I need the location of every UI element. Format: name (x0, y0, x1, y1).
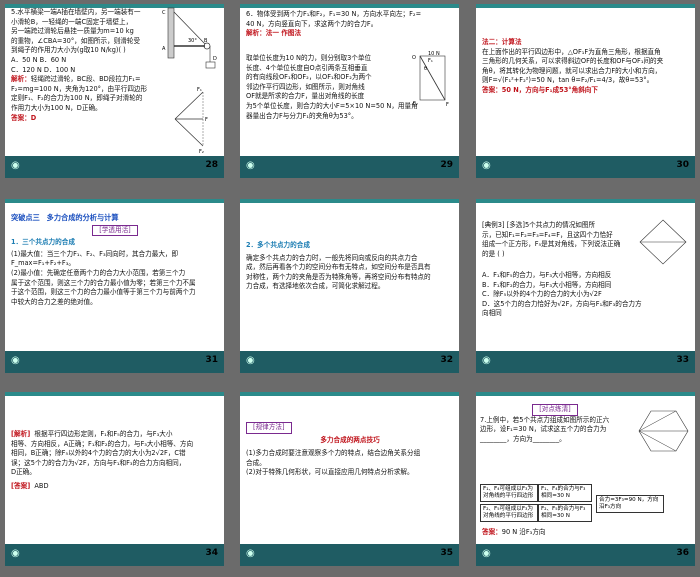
speaker-icon[interactable]: ◉ (482, 355, 491, 366)
slide-footer: ◉ 29 (240, 156, 459, 178)
speaker-icon[interactable]: ◉ (482, 160, 491, 171)
label-F1: F₁ (197, 87, 202, 93)
analysis-text: 取单位长度为10 N的力，则分别取3个单位 长度、4个单位长度自O点引两条互相垂… (246, 54, 372, 101)
slide-31[interactable]: 突破点三 多力合成的分析与计算 [学透用活] 1．三个共点力的合成 (1)最大值… (5, 199, 224, 373)
pulley-figure: C A B 30° D (162, 7, 217, 69)
slide-33[interactable]: [典例3] [多选]5个共点力的情况如图所 示，已知F₁=F₂=F₃=F₄=F，… (476, 199, 695, 373)
slide-header-bar (240, 4, 459, 8)
practice-text: [对点练清] 7.上例中，若5个共点力组成如图所示的正六 边形，设F₁=30 N… (480, 404, 610, 443)
slide-number: 32 (440, 355, 453, 365)
slide-header-bar (476, 199, 695, 203)
slide-number: 30 (676, 160, 689, 170)
slide-36[interactable]: [对点练清] 7.上例中，若5个共点力组成如图所示的正六 边形，设F₁=30 N… (476, 392, 695, 566)
section-tag: [学透用活] (92, 224, 138, 237)
slide-30[interactable]: 法二：计算法 在上面作出的平行四边形中，△OF₁F为直角三角形，根据直角 三角形… (476, 4, 695, 178)
speaker-icon[interactable]: ◉ (246, 355, 255, 366)
label-F: F (205, 117, 208, 123)
speaker-icon[interactable]: ◉ (11, 548, 20, 559)
label-angle: 30° (188, 38, 197, 44)
label-C: C (162, 10, 166, 16)
slide-number: 33 (676, 355, 689, 365)
example-text: [典例3] [多选]5个共点力的情况如图所 示，已知F₁=F₂=F₃=F₄=F，… (482, 221, 621, 258)
slide-footer: ◉ 33 (476, 351, 695, 373)
speaker-icon[interactable]: ◉ (11, 160, 20, 171)
slide-number: 34 (205, 548, 218, 558)
slide-footer: ◉ 30 (476, 156, 695, 178)
question-text: 5.水平横梁一端A插在墙壁内，另一端装有一 小滑轮B，一轻绳的一端C固定于墙壁上… (11, 8, 148, 122)
section-tag: [规律方法] (246, 422, 292, 434)
step-box-4: F₂、F₅的合力与F₃相同=30 N (538, 504, 592, 522)
slide-body: [规律方法] 多力合成的两点技巧 (1)多力合成时要注意观察多个力的特点，结合边… (246, 422, 421, 477)
slide-number: 35 (440, 548, 453, 558)
answer-line: 答案：90 N 沿F₃方向 (482, 528, 546, 536)
step-box-1: F₁、F₄可组成以F₃为对角线的平行四边形 (480, 484, 538, 502)
slide-32[interactable]: 2．多个共点力的合成 确定多个共点力的合力时，一般先将同向或反向的共点力合 成，… (240, 199, 459, 373)
slide-29[interactable]: 6．物体受到两个力F₁和F₂，F₁=30 N，方向水平向左；F₂= 40 N，方… (240, 4, 459, 178)
slide-footer: ◉ 34 (5, 544, 224, 566)
slide-header-bar (476, 392, 695, 396)
slide-35[interactable]: [规律方法] 多力合成的两点技巧 (1)多力合成时要注意观察多个力的特点，结合边… (240, 392, 459, 566)
slide-header-bar (240, 199, 459, 203)
slide-body: 2．多个共点力的合成 确定多个共点力的合力时，一般先将同向或反向的共点力合 成，… (246, 241, 431, 291)
slide-number: 29 (440, 160, 453, 170)
label-A: A (162, 46, 166, 52)
step-box-3: F₂、F₅可组成以F₃为对角线的平行四边形 (480, 504, 538, 522)
label-B: B (204, 38, 208, 44)
question-text: 6．物体受到两个力F₁和F₂，F₁=30 N，方向水平向左；F₂= 40 N，方… (246, 10, 422, 38)
vector-diagram: 10 N F₁ O θ F₂ F (412, 51, 449, 108)
hexagon-force-diagram (638, 410, 689, 452)
slide-header-bar (240, 392, 459, 396)
method-text: 法二：计算法 在上面作出的平行四边形中，△OF₁F为直角三角形，根据直角 三角形… (482, 38, 664, 94)
slide-footer: ◉ 31 (5, 351, 224, 373)
label-scale: 10 N (428, 51, 440, 57)
step-box-result: 合力=3F₃=90 N，方向沿F₃方向 (596, 495, 664, 513)
speaker-icon[interactable]: ◉ (11, 355, 20, 366)
speaker-icon[interactable]: ◉ (246, 548, 255, 559)
label-F2: F₂ (199, 149, 204, 154)
slide-footer: ◉ 35 (240, 544, 459, 566)
square-force-diagram (639, 219, 687, 265)
options-text: A．F₁和F₅的合力，与F₃大小相等，方向相反 B．F₁和F₂的合力，与F₃大小… (482, 271, 642, 318)
speaker-icon[interactable]: ◉ (482, 548, 491, 559)
slide-footer: ◉ 28 (5, 156, 224, 178)
force-diagram: F₁ F F₂ (174, 87, 208, 154)
label-D: D (213, 56, 217, 62)
slide-body: 突破点三 多力合成的分析与计算 [学透用活] 1．三个共点力的合成 (1)最大值… (11, 213, 196, 306)
slide-number: 36 (676, 548, 689, 558)
slide-header-bar (476, 4, 695, 8)
slide-footer: ◉ 32 (240, 351, 459, 373)
slide-number: 28 (205, 160, 218, 170)
slide-28[interactable]: 5.水平横梁一端A插在墙壁内，另一端装有一 小滑轮B，一轻绳的一端C固定于墙壁上… (5, 4, 224, 178)
slide-number: 31 (205, 355, 218, 365)
slide-footer: ◉ 36 (476, 544, 695, 566)
speaker-icon[interactable]: ◉ (246, 160, 255, 171)
label-F2: F₂ (413, 101, 418, 107)
analysis-text: [解析] 根据平行四边形定则，F₁和F₅的合力，与F₃大小 相等、方向相反，A正… (11, 430, 194, 490)
section-tag: [对点练清] (532, 404, 578, 416)
label-F: F (446, 102, 449, 108)
slide-header-bar (5, 392, 224, 396)
slide-34[interactable]: [解析] 根据平行四边形定则，F₁和F₅的合力，与F₃大小 相等、方向相反，A正… (5, 392, 224, 566)
slide-header-bar (5, 199, 224, 203)
label-O: O (412, 55, 416, 61)
label-F1: F₁ (428, 58, 433, 64)
label-theta: θ (424, 66, 427, 72)
step-box-2: F₁、F₄的合力与F₃相同=30 N (538, 484, 592, 502)
